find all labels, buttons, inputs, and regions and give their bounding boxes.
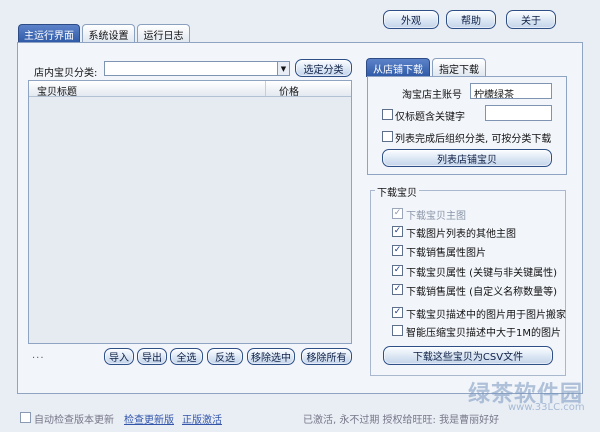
category-select[interactable]: ▼ (104, 61, 290, 76)
download-group-title: 下载宝贝 (375, 184, 419, 199)
opt-compress-checkbox[interactable] (392, 325, 403, 336)
opt-sale-attrs-label: 下载销售属性 (自定义名称数量等) (406, 287, 557, 298)
about-button[interactable]: 关于 (506, 10, 556, 29)
list-header: 宝贝标题 价格 (29, 81, 351, 98)
invert-selection-button[interactable]: 反选 (207, 348, 243, 365)
opt-sale-attr-images-label: 下载销售属性图片 (406, 248, 486, 259)
export-button[interactable]: 导出 (137, 348, 167, 365)
tab-main[interactable]: 主运行界面 (18, 24, 80, 43)
ellipsis-text: ... (32, 350, 45, 361)
select-all-button[interactable]: 全选 (170, 348, 203, 365)
opt-desc-images-checkbox[interactable]: ✓ (392, 307, 403, 318)
tab-specified-download[interactable]: 指定下载 (432, 58, 486, 77)
column-title: 宝贝标题 (37, 87, 77, 98)
opt-item-attrs-label: 下载宝贝属性 (关键与非关键属性) (406, 268, 557, 279)
tab-settings[interactable]: 系统设置 (82, 24, 135, 43)
category-label: 店内宝贝分类: (34, 68, 98, 79)
owner-label: 淘宝店主账号 (402, 90, 462, 101)
tab-log[interactable]: 运行日志 (137, 24, 190, 43)
appearance-button[interactable]: 外观 (383, 10, 439, 29)
import-button[interactable]: 导入 (104, 348, 134, 365)
activate-link[interactable]: 正版激活 (182, 411, 222, 426)
keyword-label: 仅标题含关键字 (395, 112, 465, 123)
list-store-items-button[interactable]: 列表店铺宝贝 (382, 149, 552, 167)
opt-main-image-checkbox[interactable]: ✓ (392, 208, 403, 219)
remove-selected-button[interactable]: 移除选中 (247, 348, 295, 365)
help-button[interactable]: 帮助 (446, 10, 496, 29)
opt-other-images-label: 下载图片列表的其他主图 (406, 229, 516, 240)
group-category-checkbox[interactable] (382, 131, 393, 142)
remove-all-button[interactable]: 移除所有 (301, 348, 352, 365)
opt-compress-label: 智能压缩宝贝描述中大于1M的图片 (406, 328, 561, 339)
group-category-label: 列表完成后组织分类, 可按分类下载 (395, 134, 552, 145)
keyword-checkbox[interactable] (382, 109, 393, 120)
item-list[interactable]: 宝贝标题 价格 (28, 80, 352, 344)
opt-other-images-checkbox[interactable]: ✓ (392, 226, 403, 237)
owner-input[interactable]: 柠檬绿茶 (470, 83, 552, 99)
column-divider (265, 81, 266, 96)
opt-item-attrs-checkbox[interactable]: ✓ (392, 265, 403, 276)
watermark-url: www.33LC.com (508, 402, 585, 413)
keyword-input[interactable] (485, 105, 552, 121)
check-update-link[interactable]: 检查更新版 (124, 411, 174, 426)
auto-check-update-label: 自动检查版本更新 (34, 415, 114, 426)
select-category-button[interactable]: 选定分类 (295, 59, 352, 77)
tab-download-from-store[interactable]: 从店铺下载 (366, 58, 430, 77)
download-csv-button[interactable]: 下载这些宝贝为CSV文件 (383, 346, 553, 365)
opt-main-image-label: 下载宝贝主图 (406, 211, 466, 222)
auto-check-update-checkbox[interactable] (20, 412, 31, 423)
opt-desc-images-label: 下载宝贝描述中的图片用于图片搬家 (406, 310, 566, 321)
chevron-down-icon: ▼ (277, 62, 289, 75)
opt-sale-attrs-checkbox[interactable]: ✓ (392, 284, 403, 295)
column-price: 价格 (279, 87, 299, 98)
license-status: 已激活, 永不过期 授权给旺旺: 我是曹丽好好 (303, 415, 500, 426)
opt-sale-attr-images-checkbox[interactable]: ✓ (392, 245, 403, 256)
